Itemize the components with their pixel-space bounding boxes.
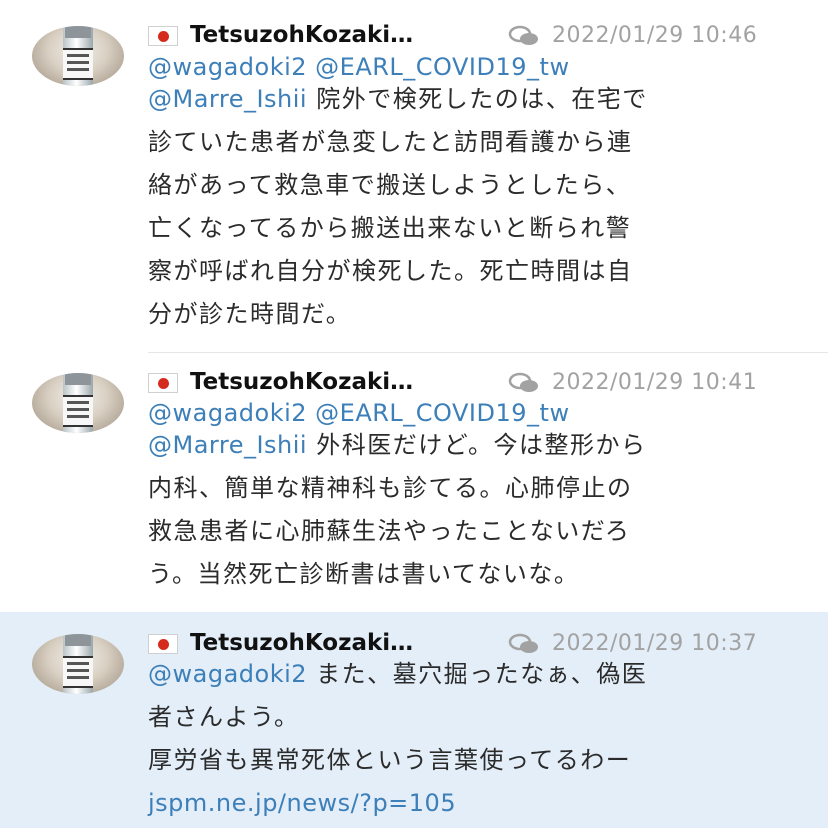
tweet[interactable]: TetsuzohKozaki… 2022/01/29 10:41 @wagado… (0, 353, 828, 611)
conversation-icon[interactable] (508, 25, 540, 47)
conversation-icon[interactable] (508, 633, 540, 655)
author-name[interactable]: TetsuzohKozaki… (190, 630, 413, 656)
mention-links[interactable]: @wagadoki2 (148, 660, 307, 688)
mention-links[interactable]: @Marre_Ishii (148, 85, 307, 113)
tweet-text-line: 内科、簡単な精神科も診てる。心肺停止の (148, 474, 633, 502)
author-name[interactable]: TetsuzohKozaki… (190, 369, 413, 395)
tweet-text-line: @wagadoki2 また、墓穴掘ったなぁ、偽医 (148, 660, 648, 688)
tweet-text-line: 亡くなってるから搬送出来ないと断られ警 (148, 214, 632, 242)
timestamp: 2022/01/29 10:41 (552, 370, 758, 395)
tweet-text-line: 分が診た時間だ。 (148, 300, 352, 328)
tweet-text-line: 察が呼ばれ自分が検死した。死亡時間は自 (148, 257, 633, 285)
external-link[interactable]: jspm.ne.jp/news/?p=105 (148, 789, 456, 817)
avatar[interactable] (32, 373, 124, 433)
mention-links[interactable]: @wagadoki2 @EARL_COVID19_tw (148, 53, 570, 81)
tweet-text-line: @wagadoki2 @EARL_COVID19_tw (148, 398, 570, 428)
tweet-text-line: う。当然死亡診断書は書いてないな。 (148, 560, 580, 588)
tweet-text-line: @Marre_Ishii 外科医だけど。今は整形から (148, 431, 647, 459)
japan-flag-icon (148, 26, 178, 46)
japan-flag-icon (148, 634, 178, 654)
timestamp: 2022/01/29 10:46 (552, 23, 758, 48)
tweet-text-line: 診ていた患者が急変したと訪問看護から連 (148, 128, 633, 156)
mention-links[interactable]: @Marre_Ishii (148, 431, 307, 459)
tweet-link-line: jspm.ne.jp/news/?p=105 (148, 788, 456, 818)
tweet-text-line: @wagadoki2 @EARL_COVID19_tw (148, 52, 570, 82)
tweet-text-line: @Marre_Ishii 院外で検死したのは、在宅で (148, 85, 648, 113)
mention-links[interactable]: @wagadoki2 @EARL_COVID19_tw (148, 399, 570, 427)
author-name[interactable]: TetsuzohKozaki… (190, 22, 413, 48)
tweet-text-line: 絡があって救急車で搬送しようとしたら、 (148, 171, 632, 199)
tweet-highlighted[interactable]: TetsuzohKozaki… 2022/01/29 10:37 @wagado… (0, 612, 828, 828)
tweet-text-line: 厚労省も異常死体という言葉使ってるわー (148, 746, 632, 774)
timeline: TetsuzohKozaki… 2022/01/29 10:46 @wagado… (0, 0, 828, 828)
conversation-icon[interactable] (508, 372, 540, 394)
japan-flag-icon (148, 373, 178, 393)
tweet-text-line: 救急患者に心肺蘇生法やったことないだろ (148, 517, 631, 545)
avatar[interactable] (32, 634, 124, 694)
avatar[interactable] (32, 26, 124, 86)
tweet-text-line: 者さんよう。 (148, 703, 300, 731)
timestamp: 2022/01/29 10:37 (552, 631, 758, 656)
tweet[interactable]: TetsuzohKozaki… 2022/01/29 10:46 @wagado… (0, 0, 828, 352)
